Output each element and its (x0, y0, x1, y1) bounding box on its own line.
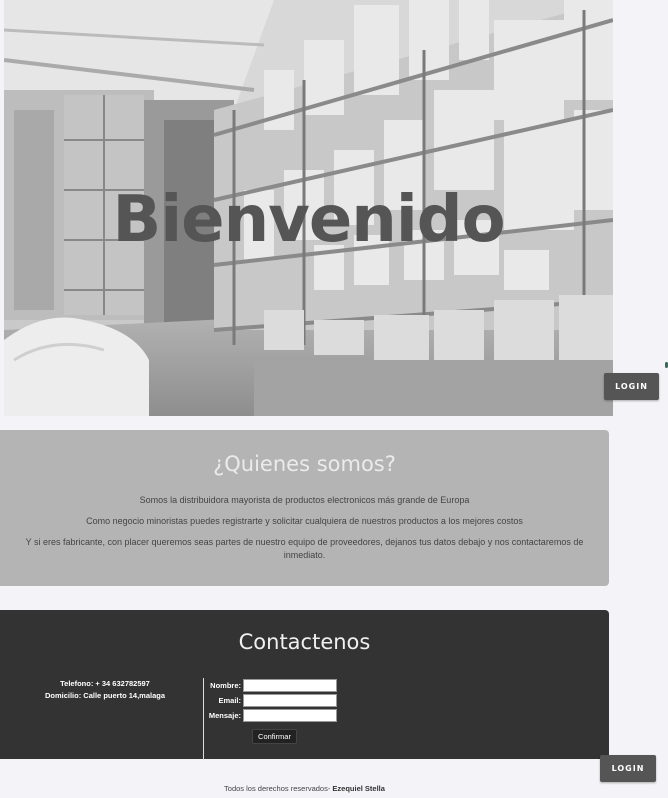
about-paragraph: Como negocio minoristas puedes registrar… (86, 516, 523, 526)
name-label: Nombre: (210, 681, 241, 690)
hero-title: Bienvenido (112, 183, 505, 257)
footer-author: Ezequiel Stella (332, 784, 385, 793)
name-input[interactable] (243, 679, 337, 692)
confirm-button[interactable]: Confirmar (252, 729, 297, 744)
about-paragraph: Y si eres fabricante, con placer queremo… (25, 537, 584, 560)
hero-banner: Bienvenido (4, 0, 613, 416)
footer-text: Todos los derechos reservados- (224, 784, 333, 793)
message-label: Mensaje: (208, 711, 241, 720)
email-input[interactable] (243, 694, 337, 707)
contact-info: Telefono: + 34 632782597 Domicilio: Call… (30, 678, 180, 702)
contact-title: Contactenos (238, 630, 371, 654)
email-label: Email: (218, 696, 241, 705)
about-title: ¿Quienes somos? (213, 452, 396, 476)
contact-section: Contactenos Telefono: + 34 632782597 Dom… (0, 610, 609, 760)
message-input[interactable] (243, 709, 337, 722)
name-row: Nombre: (206, 679, 337, 692)
contact-divider (203, 678, 204, 760)
email-row: Email: (206, 694, 337, 707)
footer: Todos los derechos reservados- Ezequiel … (0, 784, 609, 793)
about-section: ¿Quienes somos? Somos la distribuidora m… (0, 430, 609, 586)
about-paragraph: Somos la distribuidora mayorista de prod… (139, 495, 470, 505)
login-button[interactable]: LOGIN (604, 373, 659, 400)
login-button-bottom[interactable]: LOGIN (600, 755, 656, 782)
contact-phone: Telefono: + 34 632782597 (60, 679, 150, 688)
message-row: Mensaje: (206, 709, 337, 722)
contact-address: Domicilio: Calle puerto 14,malaga (44, 691, 166, 700)
